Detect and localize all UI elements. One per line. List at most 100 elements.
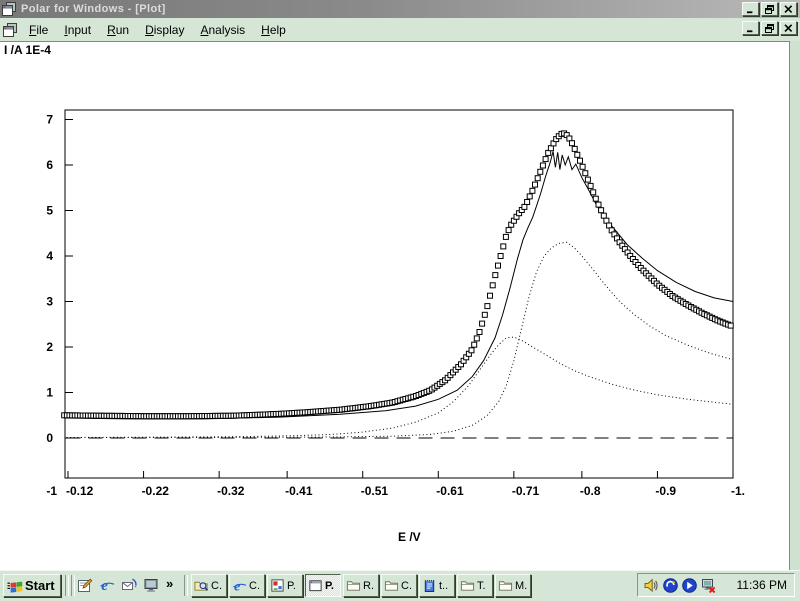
- taskbar: Start e » C.eC.P.P.R.C.t..T.M. 11:36 PM: [0, 570, 800, 601]
- plot-canvas: 7 6 5 4 3 2 1 0 -1 -0.12 -0.22 -0.32 -0.41 -0.51 -0.61…: [0, 42, 789, 569]
- desktop-strip: [790, 41, 800, 570]
- task-label: t..: [439, 580, 448, 592]
- y-tick-label: 0: [46, 431, 53, 445]
- y-tick-label: 1: [46, 386, 53, 400]
- y-tick-label: 5: [46, 204, 53, 218]
- window-icon: [308, 578, 323, 593]
- window-title: Polar for Windows - [Plot]: [21, 3, 166, 15]
- menu-items: FileInputRunDisplayAnalysisHelp: [21, 20, 294, 40]
- y-tick-label: 7: [46, 113, 53, 127]
- taskbar-button-7[interactable]: t..: [419, 574, 455, 597]
- document-close-button[interactable]: [780, 21, 797, 35]
- task-label: T.: [477, 580, 486, 592]
- series-fit: [64, 151, 733, 419]
- system-tray: 11:36 PM: [637, 573, 795, 597]
- menu-input[interactable]: Input: [56, 20, 99, 40]
- x-tick-label: -0.51: [361, 484, 389, 498]
- y-tick-label: 4: [46, 249, 53, 263]
- x-tick-label: -0.71: [512, 484, 540, 498]
- x-tick-label: -0.32: [217, 484, 245, 498]
- minimize-icon: [746, 5, 755, 14]
- start-button[interactable]: Start: [3, 574, 61, 597]
- x-tick-label: -1.: [731, 484, 745, 498]
- app-icon[interactable]: [2, 2, 16, 16]
- task-label: R.: [363, 580, 374, 592]
- task-label: C.: [401, 580, 412, 592]
- internet-explorer-icon: e: [232, 578, 247, 593]
- y-tick-label: 2: [46, 340, 53, 354]
- menu-display[interactable]: Display: [137, 20, 192, 40]
- app-red-icon: [270, 578, 285, 593]
- tray-icons: [643, 577, 717, 594]
- y-axis-title: I /A 1E-4: [4, 43, 51, 57]
- window-minimize-button[interactable]: [742, 2, 759, 16]
- task-label: P.: [325, 580, 334, 592]
- task-label: P.: [287, 580, 296, 592]
- media-play-icon[interactable]: [681, 577, 698, 594]
- menubar: FileInputRunDisplayAnalysisHelp: [0, 18, 800, 41]
- taskbar-button-4-active[interactable]: P.: [305, 574, 341, 597]
- taskbar-button-9[interactable]: M.: [495, 574, 531, 597]
- menu-file[interactable]: File: [21, 20, 56, 40]
- start-label: Start: [25, 578, 55, 593]
- taskbar-button-3[interactable]: P.: [267, 574, 303, 597]
- outlook-express-icon[interactable]: [121, 577, 137, 593]
- plot-client-area: 7 6 5 4 3 2 1 0 -1 -0.12 -0.22 -0.32 -0.41 -0.51 -0.61…: [0, 41, 790, 570]
- x-tick-label: -0.41: [285, 484, 313, 498]
- folder-icon: [346, 578, 361, 593]
- media-swirl-icon[interactable]: [662, 577, 679, 594]
- taskbar-button-8[interactable]: T.: [457, 574, 493, 597]
- minimize-icon: [746, 24, 755, 33]
- windows-logo-icon: [6, 578, 24, 594]
- x-axis-title: E /V: [398, 530, 421, 544]
- x-tick-label: -0.9: [655, 484, 676, 498]
- taskbar-button-6[interactable]: C.: [381, 574, 417, 597]
- document-system-menu-icon[interactable]: [3, 23, 17, 37]
- titlebar: Polar for Windows - [Plot]: [0, 0, 800, 18]
- restore-icon: [765, 5, 774, 14]
- taskbar-button-2[interactable]: eC.: [229, 574, 265, 597]
- quick-launch-overflow-chevron[interactable]: »: [166, 576, 173, 591]
- restore-icon: [765, 24, 774, 33]
- close-icon: [784, 5, 793, 14]
- folder-icon: [384, 578, 399, 593]
- taskbar-divider: [184, 575, 188, 596]
- quick-launch-drag-handle[interactable]: [71, 575, 75, 596]
- folder-icon: [460, 578, 475, 593]
- monitor-icon[interactable]: [143, 577, 159, 593]
- document-restore-button[interactable]: [761, 21, 778, 35]
- taskbar-divider: [65, 575, 69, 596]
- network-offline-icon[interactable]: [700, 577, 717, 594]
- document-minimize-button[interactable]: [742, 21, 759, 35]
- taskbar-button-5[interactable]: R.: [343, 574, 379, 597]
- close-icon: [784, 24, 793, 33]
- taskbar-clock: 11:36 PM: [737, 578, 794, 592]
- y-tick-label: 3: [46, 295, 53, 309]
- x-tick-label: -0.22: [142, 484, 170, 498]
- y-min-label: -1: [46, 484, 57, 498]
- window-close-button[interactable]: [780, 2, 797, 16]
- x-tick-label: -0.12: [66, 484, 94, 498]
- menu-run[interactable]: Run: [99, 20, 137, 40]
- x-tick-label: -0.61: [436, 484, 464, 498]
- menu-analysis[interactable]: Analysis: [192, 20, 253, 40]
- notepad-icon: [422, 578, 437, 593]
- folder-icon: [498, 578, 513, 593]
- menu-help[interactable]: Help: [253, 20, 294, 40]
- show-desktop-icon[interactable]: [77, 577, 93, 593]
- task-label: C.: [211, 580, 222, 592]
- document-controls: [742, 21, 797, 35]
- task-label: M.: [515, 580, 527, 592]
- window-controls: [742, 2, 797, 16]
- internet-explorer-icon[interactable]: e: [99, 577, 115, 593]
- volume-icon[interactable]: [643, 577, 660, 594]
- series-experimental: [62, 131, 734, 419]
- find-folder-icon: [194, 578, 209, 593]
- series-component-1: [67, 337, 734, 438]
- taskbar-button-1[interactable]: C.: [191, 574, 227, 597]
- y-tick-label: 6: [46, 158, 53, 172]
- plot-frame: [65, 110, 733, 478]
- window-restore-button[interactable]: [761, 2, 778, 16]
- x-tick-label: -0.8: [580, 484, 601, 498]
- task-label: C.: [249, 580, 260, 592]
